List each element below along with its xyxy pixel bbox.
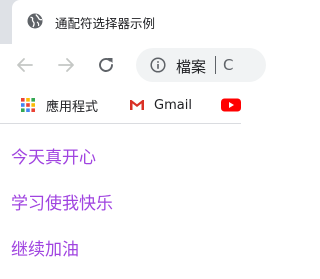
back-button[interactable] [14,54,36,76]
globe-icon [27,13,43,29]
bookmarks-bar: 應用程式 Gmail [0,86,241,124]
apps-grid-icon [20,97,36,113]
content-line-3: 继续加油 [11,240,79,260]
content-line-1: 今天真开心 [11,148,96,168]
omnibox-scheme-label: 檔案 [176,58,207,76]
content-line-2: 学习使我快乐 [11,194,113,214]
omnibox-url: C [223,56,234,74]
back-arrow-icon [17,58,33,72]
address-bar[interactable]: 檔案 C [136,48,266,82]
reload-button[interactable] [95,54,117,76]
bookmark-gmail-label: Gmail [154,97,192,113]
browser-toolbar: 檔案 C [0,44,266,86]
forward-arrow-icon [58,58,74,72]
info-icon[interactable] [150,57,166,73]
bookmark-youtube[interactable] [221,94,247,116]
tab-strip: 通配符选择器示例 [0,0,241,44]
omnibox-separator [215,56,216,74]
tab-title: 通配符选择器示例 [55,16,156,31]
bookmark-gmail[interactable]: Gmail [128,94,192,116]
youtube-icon [221,97,241,113]
reload-icon [99,58,113,72]
bookmark-apps[interactable]: 應用程式 [20,94,98,116]
page-content: 今天真开心 学习使我快乐 继续加油 [0,125,241,279]
gmail-icon [128,97,144,113]
bookmark-apps-label: 應用程式 [46,99,99,115]
browser-tab[interactable]: 通配符选择器示例 [12,0,241,44]
forward-button[interactable] [55,54,77,76]
